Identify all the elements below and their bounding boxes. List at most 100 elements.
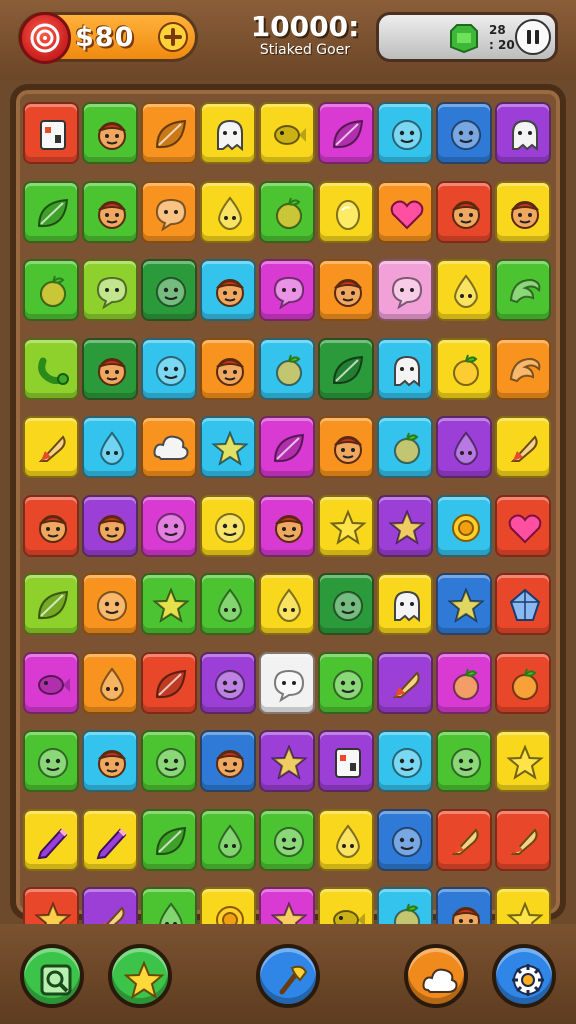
- tile-card[interactable]: [318, 730, 374, 792]
- tile-leaf[interactable]: [318, 102, 374, 164]
- tile-face[interactable]: [259, 494, 315, 557]
- shuffle-button[interactable]: [20, 944, 84, 1008]
- tile-blob[interactable]: [377, 102, 433, 164]
- tile-face[interactable]: [318, 259, 374, 321]
- tile-leaf[interactable]: [141, 102, 197, 164]
- tile-face[interactable]: [82, 730, 138, 792]
- tile-bubble[interactable]: [377, 259, 433, 321]
- tile-fruit[interactable]: [377, 416, 433, 478]
- tile-bubble[interactable]: [259, 259, 315, 321]
- tile-leaf[interactable]: [318, 337, 374, 400]
- tile-leaf[interactable]: [141, 808, 197, 871]
- star-button[interactable]: [108, 944, 172, 1008]
- tile-blob[interactable]: [200, 494, 256, 557]
- pause-button[interactable]: [515, 19, 551, 55]
- tile-snake[interactable]: [23, 337, 79, 400]
- tile-fish[interactable]: [259, 102, 315, 164]
- tile-blob[interactable]: [141, 337, 197, 400]
- tile-star[interactable]: [436, 573, 492, 635]
- tile-face[interactable]: [82, 494, 138, 557]
- tile-drop[interactable]: [436, 259, 492, 321]
- tile-star[interactable]: [377, 494, 433, 557]
- tile-leaf[interactable]: [23, 180, 79, 243]
- tile-blob[interactable]: [141, 259, 197, 321]
- tile-blob[interactable]: [318, 651, 374, 714]
- tile-cloud[interactable]: [141, 416, 197, 478]
- tile-drop[interactable]: [436, 416, 492, 478]
- tile-blob[interactable]: [377, 808, 433, 871]
- tile-blob[interactable]: [436, 730, 492, 792]
- tile-face[interactable]: [495, 180, 551, 243]
- tile-wave[interactable]: [495, 259, 551, 321]
- tile-fruit[interactable]: [259, 180, 315, 243]
- tile-leaf[interactable]: [141, 651, 197, 714]
- ghost-icon: [394, 590, 420, 623]
- tile-fruit[interactable]: [495, 651, 551, 714]
- tile-drop[interactable]: [318, 808, 374, 871]
- tile-blob[interactable]: [259, 808, 315, 871]
- tile-star[interactable]: [495, 730, 551, 792]
- tile-face[interactable]: [200, 259, 256, 321]
- tile-blob[interactable]: [318, 573, 374, 635]
- tile-ghost[interactable]: [200, 102, 256, 164]
- tile-fruit[interactable]: [436, 651, 492, 714]
- tile-fruit[interactable]: [23, 259, 79, 321]
- tile-blob[interactable]: [141, 730, 197, 792]
- tile-heart[interactable]: [495, 494, 551, 557]
- tile-star[interactable]: [141, 573, 197, 635]
- tile-rocket[interactable]: [495, 416, 551, 478]
- tile-star[interactable]: [200, 416, 256, 478]
- tile-ring[interactable]: [436, 494, 492, 557]
- tile-rocket[interactable]: [436, 808, 492, 871]
- tile-bubble[interactable]: [259, 651, 315, 714]
- tile-blob[interactable]: [141, 494, 197, 557]
- tile-face[interactable]: [23, 494, 79, 557]
- tile-ghost[interactable]: [377, 337, 433, 400]
- tile-face[interactable]: [436, 180, 492, 243]
- tile-star[interactable]: [318, 494, 374, 557]
- tile-face[interactable]: [82, 337, 138, 400]
- fruit-icon: [276, 197, 302, 229]
- tile-rocket[interactable]: [377, 651, 433, 714]
- tile-egg[interactable]: [318, 180, 374, 243]
- tile-drop[interactable]: [200, 180, 256, 243]
- tile-blob[interactable]: [377, 730, 433, 792]
- tile-card[interactable]: [23, 102, 79, 164]
- tile-drop[interactable]: [200, 573, 256, 635]
- tile-drop[interactable]: [200, 808, 256, 871]
- tile-heart[interactable]: [377, 180, 433, 243]
- tile-leaf[interactable]: [259, 416, 315, 478]
- coin-counter[interactable]: $80: [18, 12, 198, 64]
- tile-pencil[interactable]: [82, 808, 138, 871]
- tile-face[interactable]: [200, 730, 256, 792]
- tile-blob[interactable]: [82, 573, 138, 635]
- tile-face[interactable]: [318, 416, 374, 478]
- tile-face[interactable]: [82, 180, 138, 243]
- tile-rocket[interactable]: [23, 416, 79, 478]
- gear-button[interactable]: [492, 944, 556, 1008]
- tile-leaf[interactable]: [23, 573, 79, 635]
- tile-pencil[interactable]: [23, 808, 79, 871]
- tile-star[interactable]: [259, 730, 315, 792]
- tile-blob[interactable]: [200, 651, 256, 714]
- tile-bubble[interactable]: [82, 259, 138, 321]
- tile-drop[interactable]: [259, 573, 315, 635]
- tile-wave[interactable]: [495, 337, 551, 400]
- tile-drop[interactable]: [82, 416, 138, 478]
- tile-ghost[interactable]: [495, 102, 551, 164]
- cloud-button[interactable]: [404, 944, 468, 1008]
- tile-rocket[interactable]: [495, 808, 551, 871]
- tile-fruit[interactable]: [436, 337, 492, 400]
- tile-fruit[interactable]: [259, 337, 315, 400]
- hammer-button[interactable]: [256, 944, 320, 1008]
- tile-ghost[interactable]: [377, 573, 433, 635]
- tile-face[interactable]: [200, 337, 256, 400]
- tile-drop[interactable]: [82, 651, 138, 714]
- tile-face[interactable]: [82, 102, 138, 164]
- tile-crystal[interactable]: [495, 573, 551, 635]
- add-coins-icon[interactable]: [157, 21, 189, 53]
- tile-blob[interactable]: [23, 730, 79, 792]
- tile-blob[interactable]: [436, 102, 492, 164]
- tile-fish[interactable]: [23, 651, 79, 714]
- tile-bubble[interactable]: [141, 180, 197, 243]
